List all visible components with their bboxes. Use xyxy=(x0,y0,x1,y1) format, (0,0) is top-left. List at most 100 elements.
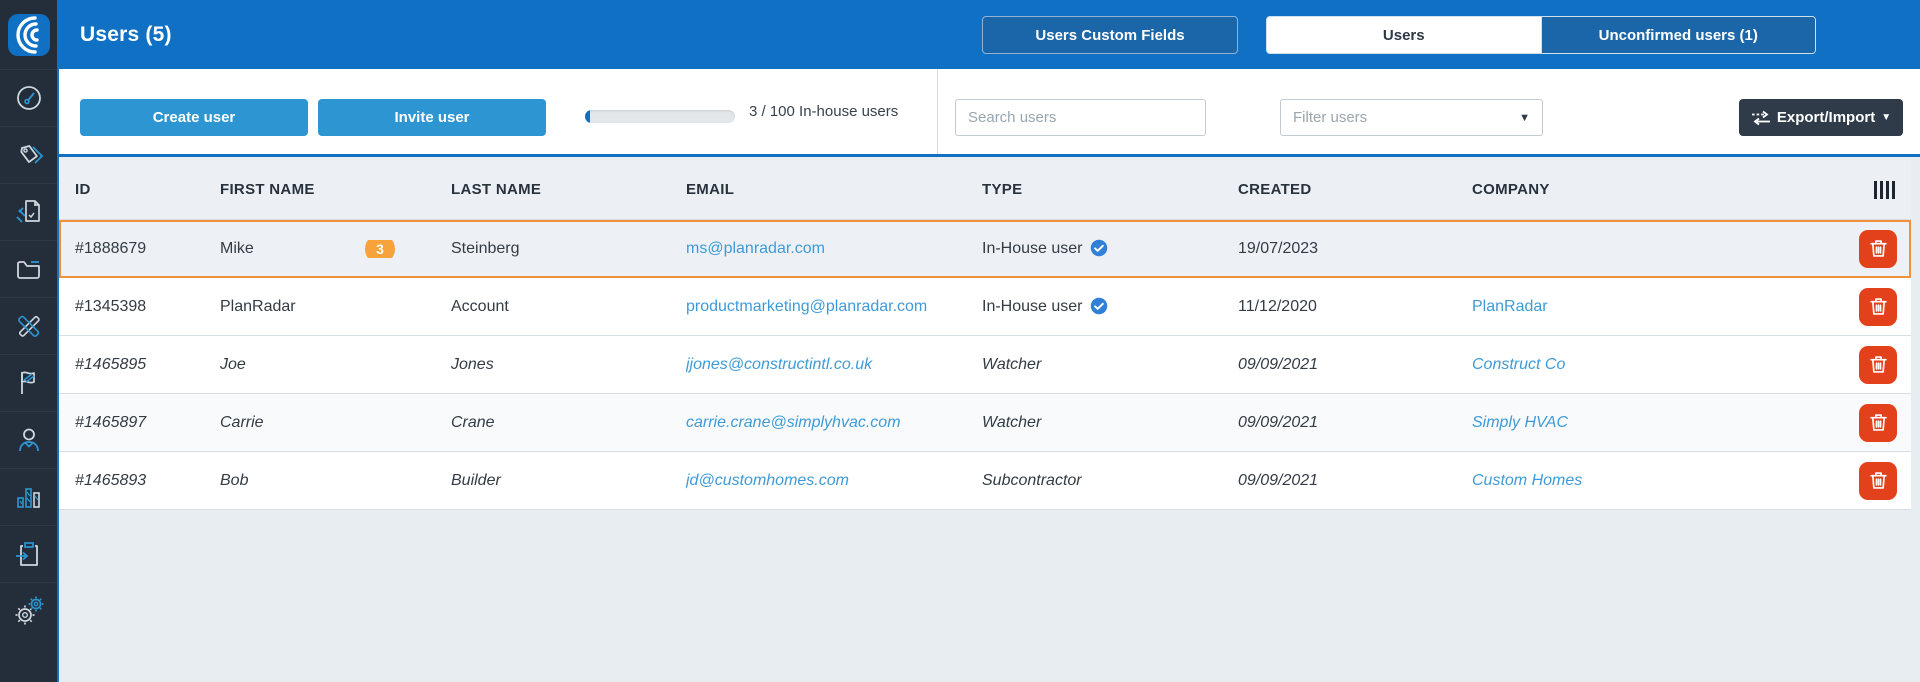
settings-gears-icon[interactable] xyxy=(0,582,57,639)
page-title: Users (5) xyxy=(80,23,172,47)
user-company-cell: PlanRadar xyxy=(1472,298,1846,316)
user-type-cell: Watcher xyxy=(982,414,1238,432)
column-header-type[interactable]: TYPE xyxy=(982,181,1238,198)
user-first-name: Bob xyxy=(220,472,451,490)
filter-users-label: Filter users xyxy=(1293,109,1367,126)
user-first-name: Carrie xyxy=(220,414,451,432)
user-id: #1345398 xyxy=(59,298,220,316)
export-import-label: Export/Import xyxy=(1777,109,1875,126)
user-first-name: Mike3 xyxy=(220,240,451,258)
user-type-cell: Subcontractor xyxy=(982,472,1238,490)
user-type-label: Watcher xyxy=(982,356,1041,374)
user-first-name: Joe xyxy=(220,356,451,374)
delete-user-button[interactable] xyxy=(1859,230,1897,268)
column-header-first-name[interactable]: FIRST NAME xyxy=(220,181,451,198)
create-user-button[interactable]: Create user xyxy=(80,99,308,136)
user-first-name: PlanRadar xyxy=(220,298,451,316)
quota-label: 3 / 100 In-house users xyxy=(749,102,898,122)
planradar-logo[interactable] xyxy=(0,0,57,69)
quota-bar-fill xyxy=(585,110,590,123)
column-header-email[interactable]: EMAIL xyxy=(686,181,982,198)
transfer-arrows-icon xyxy=(1751,110,1771,126)
export-import-button[interactable]: Export/Import ▼ xyxy=(1739,99,1903,136)
invite-user-button[interactable]: Invite user xyxy=(318,99,546,136)
plans-tools-icon[interactable] xyxy=(0,297,57,354)
user-company-cell: Custom Homes xyxy=(1472,472,1846,490)
user-company-link[interactable]: Construct Co xyxy=(1472,356,1565,373)
dashboard-gauge-icon[interactable] xyxy=(0,69,57,126)
tags-icon[interactable] xyxy=(0,126,57,183)
reports-stamp-icon[interactable] xyxy=(0,183,57,240)
table-row[interactable]: #1888679Mike3Steinbergms@planradar.com In… xyxy=(59,220,1911,278)
delete-user-button[interactable] xyxy=(1859,288,1897,326)
trash-icon xyxy=(1868,470,1889,491)
user-id: #1888679 xyxy=(59,240,220,258)
user-email-link[interactable]: jd@customhomes.com xyxy=(686,472,849,489)
column-settings-icon[interactable] xyxy=(1874,181,1895,199)
trash-icon xyxy=(1868,238,1889,259)
user-type-cell: Watcher xyxy=(982,356,1238,374)
user-id: #1465897 xyxy=(59,414,220,432)
user-type-cell: In-House user xyxy=(982,297,1238,316)
chevron-down-icon: ▼ xyxy=(1881,112,1891,123)
toolbar-divider xyxy=(937,69,938,154)
user-type-label: In-House user xyxy=(982,240,1083,258)
column-header-last-name[interactable]: LAST NAME xyxy=(451,181,686,198)
user-created-date: 09/09/2021 xyxy=(1238,472,1472,490)
column-header-created[interactable]: CREATED xyxy=(1238,181,1472,198)
projects-folder-icon[interactable] xyxy=(0,240,57,297)
tab-users[interactable]: Users xyxy=(1267,17,1541,53)
user-last-name: Steinberg xyxy=(451,240,686,258)
search-users-input[interactable] xyxy=(955,99,1206,136)
table-row[interactable]: #1465897CarrieCranecarrie.crane@simplyhv… xyxy=(59,394,1911,452)
user-company-link[interactable]: PlanRadar xyxy=(1472,298,1548,315)
users-tab-group: Users Unconfirmed users (1) xyxy=(1266,16,1816,54)
user-company-link[interactable]: Custom Homes xyxy=(1472,472,1582,489)
users-custom-fields-button[interactable]: Users Custom Fields xyxy=(982,16,1238,54)
user-created-date: 11/12/2020 xyxy=(1238,298,1472,316)
sidebar xyxy=(0,0,59,682)
user-email-cell: jjones@constructintl.co.uk xyxy=(686,356,982,374)
delete-user-button[interactable] xyxy=(1859,346,1897,384)
user-type-label: In-House user xyxy=(982,298,1083,316)
user-created-date: 09/09/2021 xyxy=(1238,356,1472,374)
forms-clipboard-icon[interactable] xyxy=(0,525,57,582)
verified-check-icon xyxy=(1090,239,1108,258)
statistics-chart-icon[interactable] xyxy=(0,468,57,525)
filter-users-dropdown[interactable]: Filter users ▼ xyxy=(1280,99,1543,136)
user-email-cell: ms@planradar.com xyxy=(686,240,982,258)
table-row[interactable]: #1345398PlanRadarAccountproductmarketing… xyxy=(59,278,1911,336)
user-email-link[interactable]: ms@planradar.com xyxy=(686,240,825,257)
delete-user-button[interactable] xyxy=(1859,404,1897,442)
user-last-name: Crane xyxy=(451,414,686,432)
user-email-link[interactable]: carrie.crane@simplyhvac.com xyxy=(686,414,901,431)
user-email-link[interactable]: jjones@constructintl.co.uk xyxy=(686,356,872,373)
user-company-cell: Construct Co xyxy=(1472,356,1846,374)
user-created-date: 09/09/2021 xyxy=(1238,414,1472,432)
table-row[interactable]: #1465895JoeJonesjjones@constructintl.co.… xyxy=(59,336,1911,394)
trash-icon xyxy=(1868,354,1889,375)
top-header: Users (5) Users Custom Fields Users Unco… xyxy=(59,0,1920,69)
column-header-id[interactable]: ID xyxy=(59,181,220,198)
user-email-link[interactable]: productmarketing@planradar.com xyxy=(686,298,927,315)
column-header-company[interactable]: COMPANY xyxy=(1472,181,1846,198)
ticket-count-badge[interactable]: 3 xyxy=(365,240,395,258)
user-email-cell: productmarketing@planradar.com xyxy=(686,298,982,316)
user-type-label: Watcher xyxy=(982,414,1041,432)
flags-icon[interactable] xyxy=(0,354,57,411)
user-type-label: Subcontractor xyxy=(982,472,1082,490)
table-row[interactable]: #1465893BobBuilderjd@customhomes.com Subc… xyxy=(59,452,1911,510)
user-last-name: Jones xyxy=(451,356,686,374)
user-company-link[interactable]: Simply HVAC xyxy=(1472,414,1568,431)
tab-unconfirmed-users[interactable]: Unconfirmed users (1) xyxy=(1541,17,1816,53)
users-icon[interactable] xyxy=(0,411,57,468)
user-last-name: Builder xyxy=(451,472,686,490)
user-company-cell: Simply HVAC xyxy=(1472,414,1846,432)
delete-user-button[interactable] xyxy=(1859,462,1897,500)
chevron-down-icon: ▼ xyxy=(1519,112,1530,124)
user-id: #1465895 xyxy=(59,356,220,374)
table-header-row: ID FIRST NAME LAST NAME EMAIL TYPE CREAT… xyxy=(59,160,1911,220)
user-actions-toolbar: Create user Invite user 3 / 100 In-house… xyxy=(59,69,1920,157)
trash-icon xyxy=(1868,412,1889,433)
user-id: #1465893 xyxy=(59,472,220,490)
